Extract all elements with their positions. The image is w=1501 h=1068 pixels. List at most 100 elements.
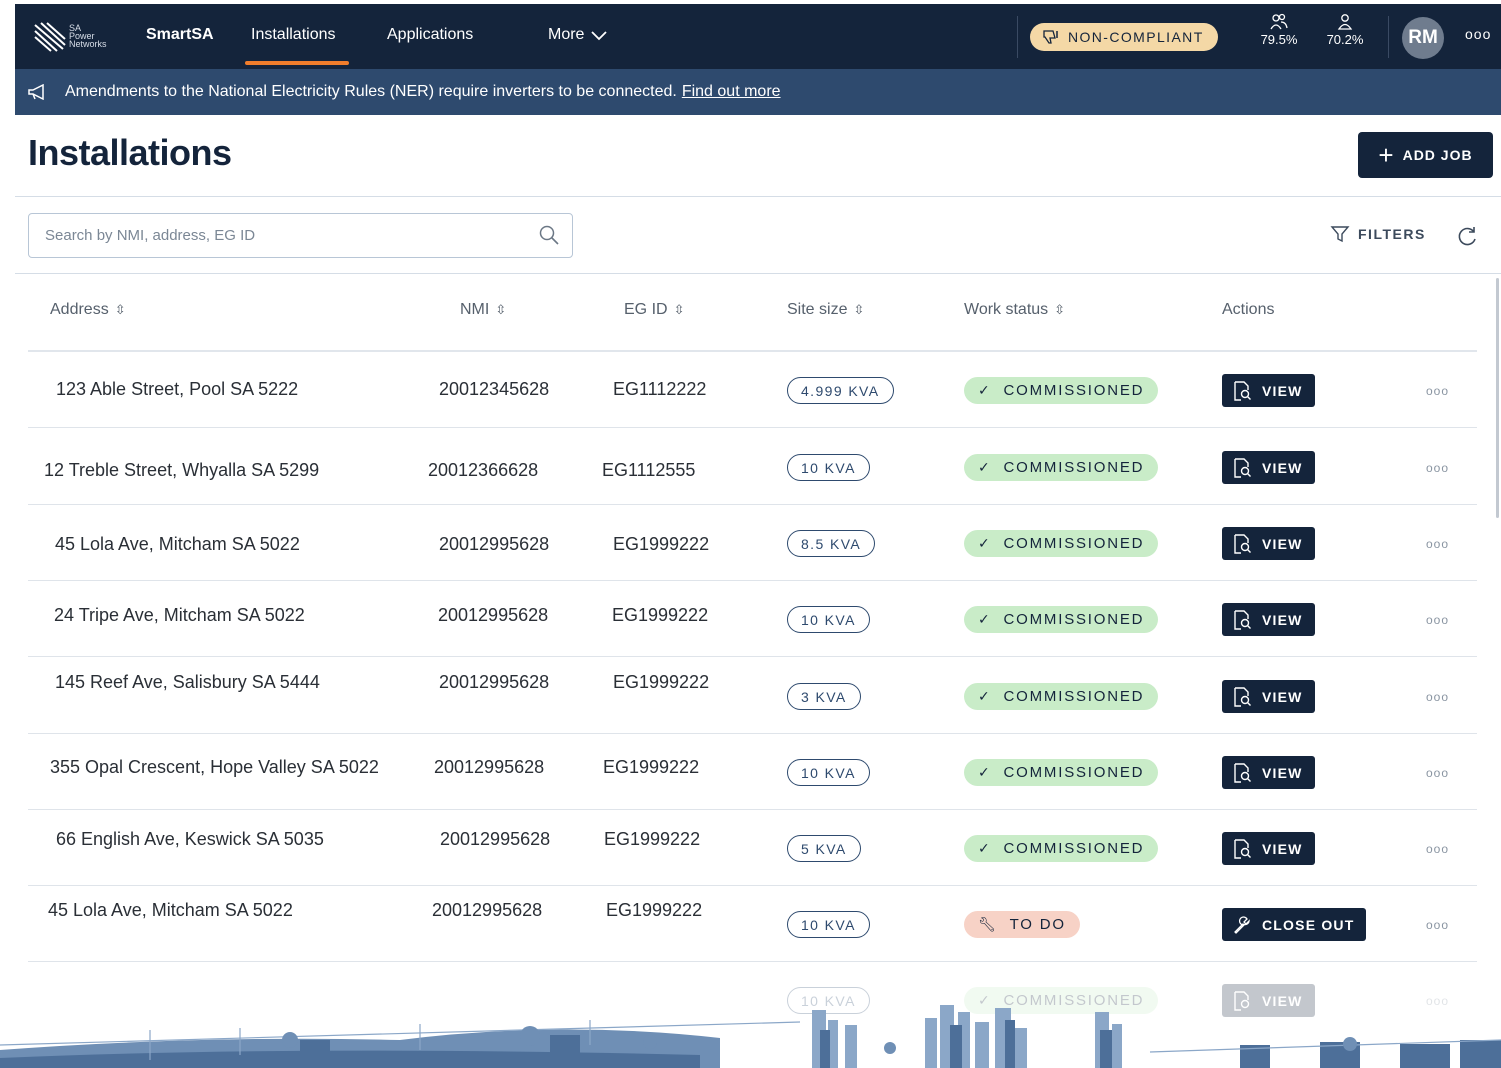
divider (15, 273, 1501, 274)
search-icon[interactable] (538, 224, 560, 246)
sort-icon: ⇳ (853, 302, 865, 317)
nav-divider (1388, 16, 1389, 58)
sort-icon: ⇳ (1054, 302, 1066, 317)
view-button-label: VIEW (1262, 459, 1303, 476)
view-button[interactable]: VIEW (1222, 832, 1315, 865)
table-row: 45 Lola Ave, Mitcham SA 5022 20012995628… (28, 505, 1477, 581)
eg-id-cell: EG1999222 (613, 672, 710, 692)
logo-text: SA Power Networks (69, 24, 107, 49)
address-cell: 24 Tripe Ave, Mitcham SA 5022 (54, 605, 305, 625)
close-out-button[interactable]: CLOSE OUT (1222, 908, 1367, 941)
eg-id-cell: EG1999222 (604, 829, 701, 849)
nav-item-installations[interactable]: Installations (251, 26, 336, 44)
user-avatar[interactable]: RM (1402, 17, 1444, 59)
work-status-label: COMMISSIONED (1003, 764, 1145, 781)
eg-id-cell: EG1999222 (606, 900, 703, 920)
users-icon (1270, 13, 1288, 30)
view-button[interactable]: VIEW (1222, 756, 1315, 789)
check-icon: ✓ (978, 688, 992, 704)
nav-active-indicator (245, 61, 349, 65)
eg-id-cell: EG1999222 (603, 757, 700, 777)
table-row: 12 Treble Street, Whyalla SA 5299 200123… (28, 429, 1477, 505)
address-cell: 145 Reef Ave, Salisbury SA 5444 (55, 672, 320, 692)
column-header-nmi[interactable]: NMI ⇳ (460, 301, 506, 319)
view-button[interactable]: VIEW (1222, 603, 1315, 636)
compliance-badge-label: NON-COMPLIANT (1068, 29, 1204, 45)
team-stat[interactable]: 79.5% (1254, 12, 1304, 47)
site-size-badge: 10 KVA (787, 759, 870, 786)
view-button-label: VIEW (1262, 840, 1303, 857)
vertical-scrollbar[interactable] (1496, 278, 1499, 518)
logo-mark-icon (34, 22, 66, 52)
site-size-badge: 10 KVA (787, 454, 870, 481)
view-button-label: VIEW (1262, 535, 1303, 552)
row-more-icon[interactable]: ooo (1426, 690, 1449, 704)
banner-text: Amendments to the National Electricity R… (65, 83, 677, 100)
eg-id-cell: EG1999222 (613, 534, 710, 554)
view-button[interactable]: VIEW (1222, 527, 1315, 560)
column-header-actions: Actions (1222, 301, 1275, 318)
row-more-icon[interactable]: ooo (1426, 918, 1449, 932)
work-status-badge: ✓ COMMISSIONED (964, 530, 1158, 557)
view-button-label: VIEW (1262, 764, 1303, 781)
row-more-icon[interactable]: ooo (1426, 613, 1449, 627)
view-button[interactable]: VIEW (1222, 374, 1315, 407)
column-header-label: Address (50, 301, 109, 318)
row-more-icon[interactable]: ooo (1426, 384, 1449, 398)
work-status-label: COMMISSIONED (1003, 840, 1145, 857)
address-cell: 45 Lola Ave, Mitcham SA 5022 (55, 534, 300, 554)
sort-icon: ⇳ (114, 302, 126, 317)
view-button[interactable]: VIEW (1222, 451, 1315, 484)
filters-label: FILTERS (1358, 226, 1426, 242)
view-button-label: VIEW (1262, 688, 1303, 705)
column-header-site-size[interactable]: Site size ⇳ (787, 301, 864, 319)
nav-item-more[interactable]: More (548, 26, 608, 44)
document-search-icon (1234, 686, 1251, 707)
refresh-icon[interactable] (1455, 224, 1479, 248)
add-job-button[interactable]: + ADD JOB (1358, 132, 1493, 178)
user-stat-value: 70.2% (1326, 32, 1364, 47)
address-cell: 66 English Ave, Keswick SA 5035 (56, 829, 324, 849)
site-size-badge: 10 KVA (787, 911, 870, 938)
nmi-cell: 20012995628 (440, 829, 551, 849)
row-more-icon[interactable]: ooo (1426, 537, 1449, 551)
row-more-icon[interactable]: ooo (1426, 461, 1449, 475)
table-row: 66 English Ave, Keswick SA 5035 20012995… (28, 810, 1477, 886)
overflow-menu-icon[interactable]: ooo (1465, 26, 1491, 42)
nav-item-applications[interactable]: Applications (387, 26, 473, 44)
page-title: Installations (28, 132, 232, 173)
column-header-eg-id[interactable]: EG ID ⇳ (624, 301, 684, 319)
column-header-label: EG ID (624, 301, 668, 318)
nav-divider (1017, 16, 1018, 58)
row-more-icon[interactable]: ooo (1426, 842, 1449, 856)
search-input[interactable] (45, 227, 515, 244)
row-more-icon[interactable]: ooo (1426, 766, 1449, 780)
work-status-label: COMMISSIONED (1003, 688, 1145, 705)
compliance-status-badge[interactable]: NON-COMPLIANT (1030, 23, 1218, 51)
nav-more-label: More (548, 26, 585, 43)
table-row: 355 Opal Crescent, Hope Valley SA 5022 2… (28, 734, 1477, 810)
column-header-work-status[interactable]: Work status ⇳ (964, 301, 1065, 319)
view-button-label: VIEW (1262, 382, 1303, 399)
skyline-illustration (0, 1005, 1501, 1068)
nmi-cell: 20012995628 (434, 757, 545, 777)
site-size-badge: 3 KVA (787, 683, 861, 710)
user-stat[interactable]: 70.2% (1320, 12, 1370, 47)
nav-brand-smartsa[interactable]: SmartSA (146, 26, 214, 44)
find-out-more-link[interactable]: Find out more (682, 83, 781, 101)
user-icon (1337, 14, 1353, 30)
nmi-cell: 20012995628 (432, 900, 543, 920)
view-button[interactable]: VIEW (1222, 680, 1315, 713)
work-status-label: COMMISSIONED (1003, 611, 1145, 628)
column-header-address[interactable]: Address ⇳ (50, 301, 126, 319)
document-search-icon (1234, 380, 1251, 401)
sa-power-networks-logo[interactable]: SA Power Networks (33, 14, 123, 58)
check-icon: ✓ (978, 840, 992, 856)
table-row: 24 Tripe Ave, Mitcham SA 5022 2001299562… (28, 581, 1477, 657)
address-cell: 123 Able Street, Pool SA 5222 (56, 379, 299, 399)
filters-button[interactable]: FILTERS (1330, 224, 1426, 244)
chevron-down-icon (591, 31, 608, 41)
document-search-icon (1234, 838, 1251, 859)
work-status-badge: ✓ COMMISSIONED (964, 759, 1158, 786)
work-status-label: TO DO (1009, 916, 1066, 933)
